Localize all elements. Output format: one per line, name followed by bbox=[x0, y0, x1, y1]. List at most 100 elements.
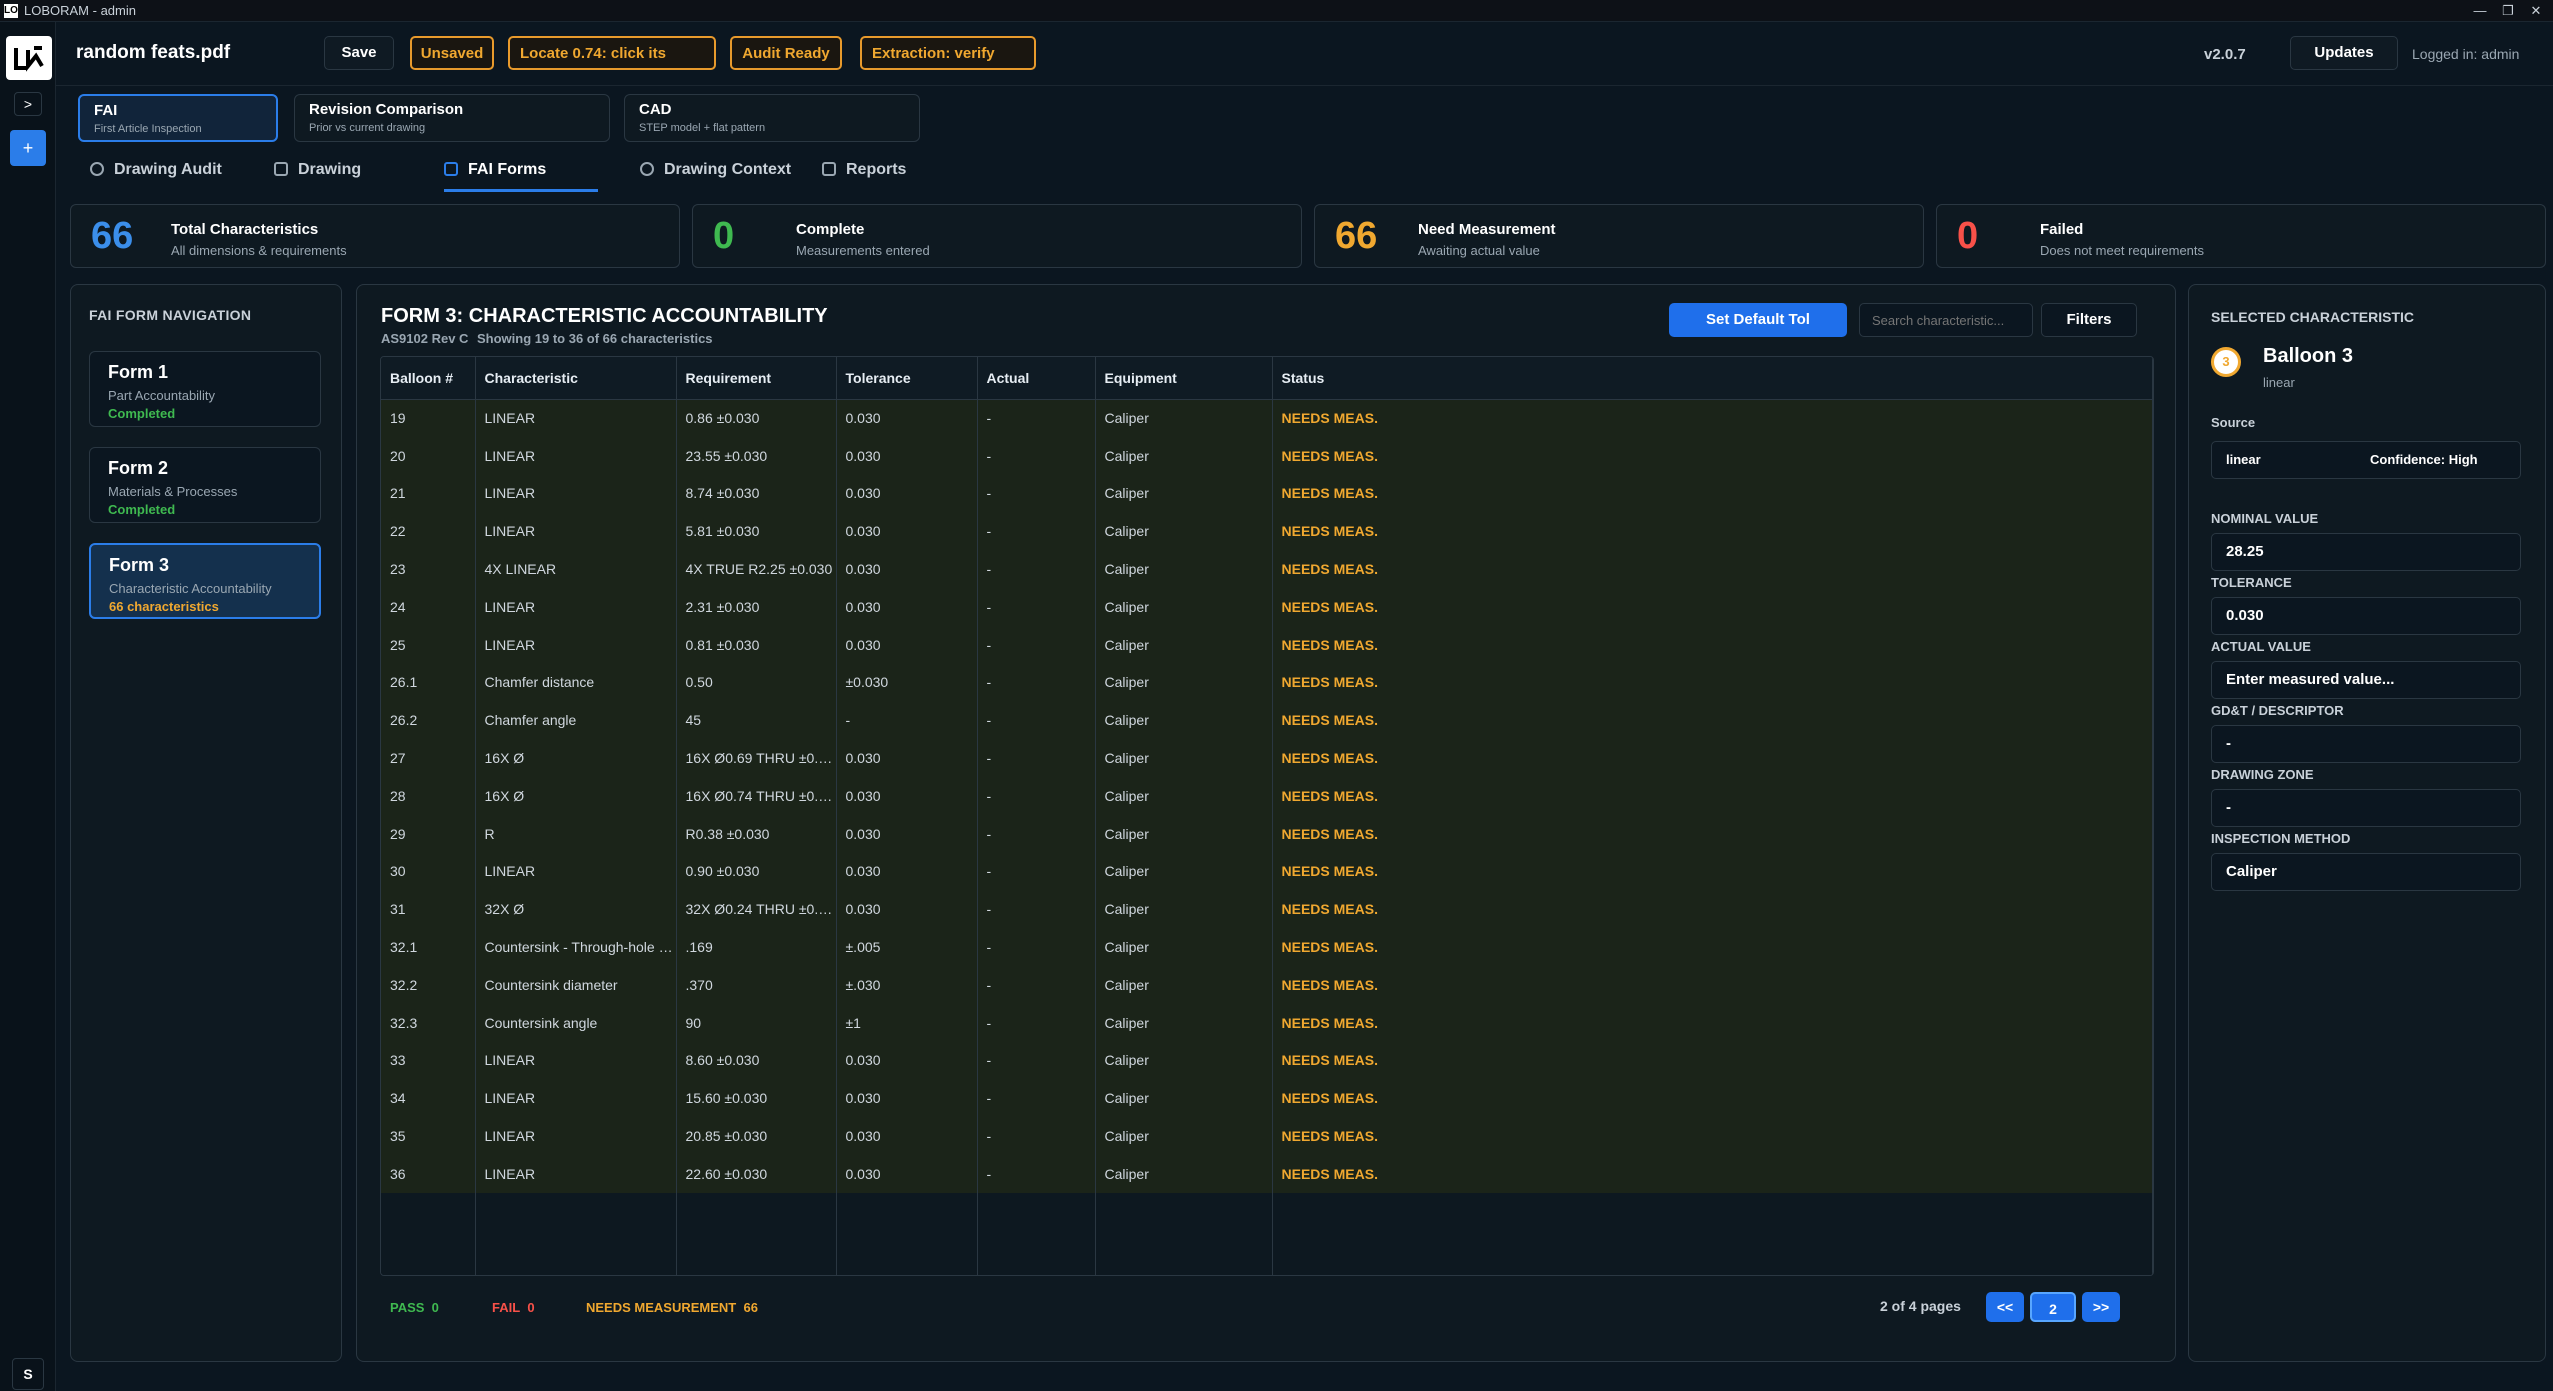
table-cell: 26.2 bbox=[381, 701, 476, 740]
prev-page-button[interactable]: << bbox=[1986, 1292, 2024, 1322]
file-name: random feats.pdf bbox=[76, 42, 231, 63]
form-2-button[interactable]: Form 2 Materials & Processes Completed bbox=[89, 447, 321, 523]
table-cell: Caliper bbox=[1095, 1041, 1273, 1080]
form-title: FORM 3: CHARACTERISTIC ACCOUNTABILITY bbox=[381, 305, 828, 327]
table-cell: 0.030 bbox=[836, 852, 978, 891]
extraction-badge[interactable]: Extraction: verify bbox=[860, 36, 1036, 70]
table-row[interactable]: 21 LINEAR 8.74 ±0.030 0.030- Caliper NEEDS ME… bbox=[381, 474, 2153, 513]
characteristics-table: Balloon # Characteristic Requirement Tolera… bbox=[380, 356, 2154, 1276]
table-cell: - bbox=[977, 852, 1096, 891]
nominal-value-field[interactable]: 28.25 bbox=[2211, 533, 2521, 571]
table-cell: 19 bbox=[381, 399, 476, 437]
drawing-zone-field[interactable]: - bbox=[2211, 789, 2521, 827]
table-cell: 0.030 bbox=[836, 625, 978, 664]
locate-badge[interactable]: Locate 0.74: click its bbox=[508, 36, 716, 70]
form-status: Completed bbox=[108, 502, 176, 517]
close-icon[interactable]: ✕ bbox=[2522, 2, 2550, 20]
current-page-button[interactable]: 2 bbox=[2030, 1292, 2076, 1322]
table-row[interactable]: 26.2 Chamfer angle 45- - Caliper NEEDS MEAS. bbox=[381, 701, 2153, 740]
stat-number: 0 bbox=[1957, 215, 1979, 257]
tolerance-field[interactable]: 0.030 bbox=[2211, 597, 2521, 635]
table-cell: Caliper bbox=[1095, 399, 1273, 437]
actual-value-field[interactable]: Enter measured value... bbox=[2211, 661, 2521, 699]
table-cell: LINEAR bbox=[475, 587, 677, 626]
column-header[interactable]: Actual bbox=[977, 357, 1096, 400]
column-header[interactable]: Status bbox=[1272, 357, 2153, 400]
table-row[interactable]: 19 LINEAR 0.86 ±0.030 0.030- Caliper NEEDS ME… bbox=[381, 399, 2153, 437]
stat-label: Need Measurement bbox=[1418, 221, 1556, 238]
form-1-button[interactable]: Form 1 Part Accountability Completed bbox=[89, 351, 321, 427]
balloon-icon: 3 bbox=[2211, 347, 2241, 377]
table-row[interactable]: 26.1 Chamfer distance 0.50 ±0.030- Caliper NE… bbox=[381, 663, 2153, 702]
table-cell: NEEDS MEAS. bbox=[1272, 512, 2153, 551]
table-body: 19 LINEAR 0.86 ±0.030 0.030- Caliper NEEDS ME… bbox=[381, 399, 2153, 1275]
column-header[interactable]: Equipment bbox=[1095, 357, 1273, 400]
form-3-button[interactable]: Form 3 Characteristic Accountability 66 … bbox=[89, 543, 321, 619]
tab-fai-forms[interactable]: FAI Forms bbox=[444, 152, 598, 192]
module-tab-revision-comparison[interactable]: Revision Comparison Prior vs current dra… bbox=[294, 94, 610, 142]
module-tab-fai[interactable]: FAI First Article Inspection bbox=[78, 94, 278, 142]
table-row[interactable]: 32.1 Countersink - Through-hole di... .169… bbox=[381, 928, 2153, 966]
page-indicator: 2 of 4 pages bbox=[1880, 1298, 1961, 1314]
filters-button[interactable]: Filters bbox=[2041, 303, 2137, 337]
updates-button[interactable]: Updates bbox=[2290, 36, 2398, 70]
tab-drawing-audit[interactable]: Drawing Audit bbox=[90, 152, 222, 192]
table-row[interactable]: 29 R R0.38 ±0.030 0.030- Caliper NEEDS MEAS. bbox=[381, 814, 2153, 853]
tab-drawing[interactable]: Drawing bbox=[274, 152, 361, 192]
module-subtitle: First Article Inspection bbox=[94, 123, 202, 135]
table-row[interactable]: 32.3 Countersink angle 90 ±1- Caliper NEEDS M… bbox=[381, 1003, 2153, 1042]
table-row[interactable]: 36 LINEAR 22.60 ±0.030 0.030- Caliper NEEDS M… bbox=[381, 1154, 2153, 1193]
minimize-icon[interactable]: — bbox=[2466, 2, 2494, 20]
next-page-button[interactable]: >> bbox=[2082, 1292, 2120, 1322]
add-button[interactable]: + bbox=[10, 130, 46, 166]
table-cell: 31 bbox=[381, 890, 476, 929]
nominal-label: NOMINAL VALUE bbox=[2211, 511, 2319, 526]
table-row[interactable]: 20 LINEAR 23.55 ±0.030 0.030- Caliper NEEDS M… bbox=[381, 436, 2153, 475]
logged-in-label: Logged in: admin bbox=[2412, 46, 2520, 62]
table-cell: Chamfer distance bbox=[475, 663, 677, 702]
table-row[interactable]: 22 LINEAR 5.81 ±0.030 0.030- Caliper NEEDS ME… bbox=[381, 512, 2153, 551]
table-row[interactable]: 25 LINEAR 0.81 ±0.030 0.030- Caliper NEEDS ME… bbox=[381, 625, 2153, 664]
restore-icon[interactable]: ❐ bbox=[2494, 2, 2522, 20]
table-cell: - bbox=[977, 663, 1096, 702]
table-row[interactable]: 33 LINEAR 8.60 ±0.030 0.030- Caliper NEEDS ME… bbox=[381, 1041, 2153, 1080]
inspection-method-field[interactable]: Caliper bbox=[2211, 853, 2521, 891]
gdt-field[interactable]: - bbox=[2211, 725, 2521, 763]
table-row[interactable]: 32.2 Countersink diameter .370 ±.030- Calipe… bbox=[381, 965, 2153, 1004]
table-row[interactable]: 28 16X Ø 16X Ø0.74 THRU ±0.030 0.030- Calipe… bbox=[381, 776, 2153, 815]
column-header[interactable]: Balloon # bbox=[381, 357, 476, 400]
table-cell: NEEDS MEAS. bbox=[1272, 625, 2153, 664]
column-header[interactable]: Requirement bbox=[676, 357, 837, 400]
table-row[interactable]: 27 16X Ø 16X Ø0.69 THRU ±0.030 0.030- Calipe… bbox=[381, 739, 2153, 777]
tab-reports[interactable]: Reports bbox=[822, 152, 906, 192]
user-avatar[interactable]: S bbox=[12, 1358, 44, 1390]
table-row[interactable]: 35 LINEAR 20.85 ±0.030 0.030- Caliper NEEDS M… bbox=[381, 1117, 2153, 1155]
table-cell: Caliper bbox=[1095, 663, 1273, 702]
table-row[interactable]: 31 32X Ø 32X Ø0.24 THRU ±0.030 0.030- Calipe… bbox=[381, 890, 2153, 929]
table-row[interactable]: 24 LINEAR 2.31 ±0.030 0.030- Caliper NEEDS ME… bbox=[381, 587, 2153, 626]
table-cell: 0.030 bbox=[836, 474, 978, 513]
fail-summary: FAIL 0 bbox=[492, 1300, 535, 1315]
column-header[interactable]: Tolerance bbox=[836, 357, 978, 400]
source-value: linear bbox=[2226, 452, 2261, 467]
fai-form-navigation: FAI FORM NAVIGATION Form 1 Part Accounta… bbox=[70, 284, 342, 1362]
table-cell: ±1 bbox=[836, 1003, 978, 1042]
tab-drawing-context[interactable]: Drawing Context bbox=[640, 152, 791, 192]
module-tab-cad[interactable]: CAD STEP model + flat pattern bbox=[624, 94, 920, 142]
needs-summary: NEEDS MEASUREMENT 66 bbox=[586, 1300, 758, 1315]
table-cell: LINEAR bbox=[475, 474, 677, 513]
empty-cell bbox=[977, 1192, 1096, 1275]
stat-number: 66 bbox=[91, 215, 134, 257]
table-row[interactable]: 30 LINEAR 0.90 ±0.030 0.030- Caliper NEEDS ME… bbox=[381, 852, 2153, 891]
table-row[interactable]: 23 4X LINEAR 4X TRUE R2.25 ±0.030 0.030- Cal… bbox=[381, 550, 2153, 588]
search-input[interactable] bbox=[1859, 303, 2033, 337]
save-button[interactable]: Save bbox=[324, 36, 394, 70]
table-cell: 8.74 ±0.030 bbox=[676, 474, 837, 513]
set-default-tol-button[interactable]: Set Default Tol bbox=[1669, 303, 1847, 337]
table-row[interactable]: 34 LINEAR 15.60 ±0.030 0.030- Caliper NEEDS M… bbox=[381, 1079, 2153, 1118]
column-header[interactable]: Characteristic bbox=[475, 357, 677, 400]
expand-rail-button[interactable]: > bbox=[14, 92, 42, 116]
table-cell: NEEDS MEAS. bbox=[1272, 965, 2153, 1004]
table-cell: 32.3 bbox=[381, 1003, 476, 1042]
table-cell: - bbox=[977, 814, 1096, 853]
